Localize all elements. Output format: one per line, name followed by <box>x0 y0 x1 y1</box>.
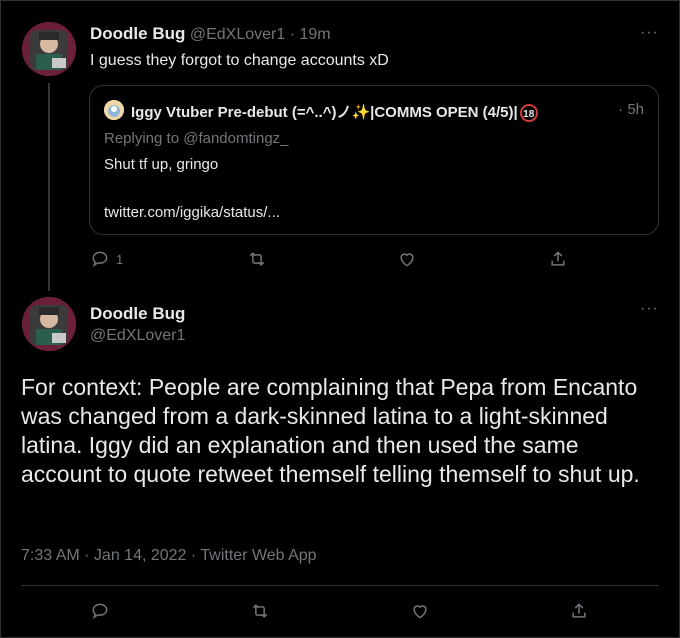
reply-count: 1 <box>116 251 124 267</box>
more-icon[interactable]: ··· <box>640 25 660 41</box>
divider <box>21 585 659 586</box>
like-button[interactable] <box>397 249 417 269</box>
retweet-icon <box>249 252 265 266</box>
reply-icon <box>92 603 108 620</box>
like-icon <box>413 605 427 619</box>
thread-line <box>48 83 50 291</box>
author-handle[interactable]: @EdXLover1 <box>190 26 285 43</box>
retweet-button[interactable] <box>250 601 270 621</box>
quoted-text: Shut tf up, gringo <box>104 156 219 173</box>
quoted-author-name: Iggy Vtuber Pre-debut (=^..^)ノ✨|COMMS OP… <box>131 101 538 123</box>
quoted-avatar <box>104 100 124 120</box>
separator-dot: · <box>289 26 296 43</box>
author-name[interactable]: Doodle Bug <box>90 24 185 43</box>
share-icon <box>572 603 586 618</box>
avatar[interactable] <box>22 22 76 76</box>
avatar[interactable] <box>22 297 76 351</box>
tweet-text: For context: People are complaining that… <box>21 374 640 487</box>
quoted-time: · 5h <box>618 101 644 118</box>
retweet-button[interactable] <box>247 249 267 269</box>
share-icon <box>551 251 565 266</box>
quoted-time-text: 5h <box>627 101 644 118</box>
timeline-frame: Doodle Bug @EdXLover1 · 19m ··· I guess … <box>0 0 680 638</box>
quoted-tweet[interactable]: Iggy Vtuber Pre-debut (=^..^)ノ✨|COMMS OP… <box>89 85 659 235</box>
reply-icon <box>92 251 108 268</box>
author-handle[interactable]: @EdXLover1 <box>90 327 185 345</box>
reply-button[interactable] <box>90 601 110 621</box>
like-icon <box>400 253 414 267</box>
replying-to: Replying to @fandomtingz_ <box>104 130 289 147</box>
tweet-time[interactable]: 19m <box>299 26 330 43</box>
share-button[interactable] <box>569 601 589 621</box>
quoted-author-name-text: Iggy Vtuber Pre-debut (=^..^)ノ✨|COMMS OP… <box>131 104 518 121</box>
author-name[interactable]: Doodle Bug <box>90 304 185 324</box>
quoted-link[interactable]: twitter.com/iggika/status/... <box>104 204 280 221</box>
age-restriction-badge: 18 <box>519 104 538 123</box>
reply-button[interactable]: 1 <box>90 249 123 269</box>
more-icon[interactable]: ··· <box>640 301 660 317</box>
tweet-timestamp[interactable]: 7:33 AM · Jan 14, 2022 · Twitter Web App <box>21 547 317 565</box>
tweet-text: I guess they forgot to change accounts x… <box>90 52 389 69</box>
share-button[interactable] <box>548 249 568 269</box>
tweet-header: Doodle Bug @EdXLover1 · 19m <box>90 24 331 44</box>
like-button[interactable] <box>410 601 430 621</box>
retweet-icon <box>252 604 268 618</box>
separator-dot: · <box>618 101 624 118</box>
